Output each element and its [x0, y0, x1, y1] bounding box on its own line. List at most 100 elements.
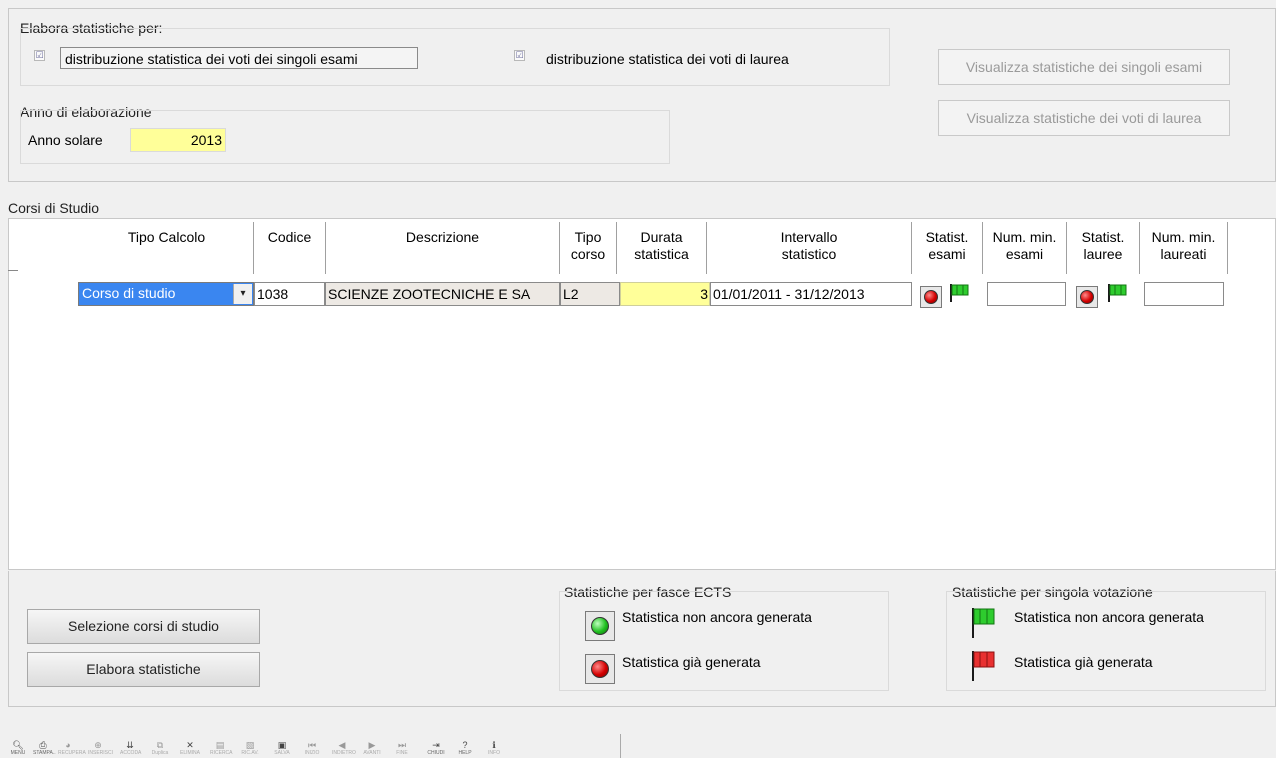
stat-lauree-flag-icon[interactable]	[1107, 283, 1129, 303]
help-icon: ?	[462, 740, 468, 750]
append-icon: ⇊	[126, 740, 134, 750]
insert-icon: ⊕	[94, 740, 102, 750]
toolbar-end-button[interactable]: ⏭ FINE	[392, 740, 412, 756]
header-separator	[1227, 222, 1228, 274]
toolbar-search-label: RICERCA	[210, 750, 233, 756]
toolbar-info-label: INFO	[488, 750, 500, 756]
year-input[interactable]: 2013	[130, 128, 226, 152]
toolbar-first-button[interactable]: ⏮ INIZIO	[302, 740, 322, 756]
intervallo-cell[interactable]: 01/01/2011 - 31/12/2013	[710, 282, 912, 306]
header-codice: Codice	[267, 229, 312, 245]
codice-cell[interactable]: 1038	[254, 282, 325, 306]
view-exams-stats-button[interactable]: Visualizza statistiche dei singoli esami	[938, 49, 1230, 85]
header-tipo-corso: Tipo corso	[560, 229, 616, 263]
num-min-esami-input[interactable]	[987, 282, 1066, 306]
header-tipo-calcolo: Tipo Calcolo	[127, 229, 206, 245]
tipo-corso-cell[interactable]: L2	[560, 282, 620, 306]
header-intervallo-line2: statistico	[781, 246, 837, 262]
header-stat-lauree-line2: lauree	[1083, 246, 1123, 262]
table-row: Corso di studio ▾ 1038 SCIENZE ZOOTECNIC…	[78, 282, 1228, 308]
toolbar-end-label: FINE	[396, 750, 408, 756]
legend-vote-generated: Statistica già generata	[1014, 654, 1153, 670]
toolbar-info-button[interactable]: ℹ INFO	[484, 740, 504, 756]
header-intervallo-line1: Intervallo	[780, 229, 838, 245]
toolbar-save-label: SALVA	[274, 750, 290, 756]
header-stat-esami: Statist. esami	[912, 229, 982, 263]
legend-ects-generated: Statistica già generata	[622, 654, 761, 670]
header-num-min-laureati-line1: Num. min.	[1151, 229, 1216, 245]
toolbar-duplicate-button[interactable]: ⧉ Duplica	[150, 740, 170, 756]
header-num-min-laureati-line2: laureati	[1160, 246, 1207, 262]
chevron-down-icon[interactable]: ▾	[233, 284, 252, 304]
num-min-laureati-input[interactable]	[1144, 282, 1224, 306]
header-durata-line2: statistica	[634, 246, 689, 262]
toolbar-next-button[interactable]: ▶ AVANTI	[362, 740, 382, 756]
header-stat-esami-line1: Statist.	[925, 229, 969, 245]
header-tipo-corso-line1: Tipo	[574, 229, 602, 245]
check-exams-label: distribuzione statistica dei voti dei si…	[60, 47, 418, 69]
header-durata: Durata statistica	[617, 229, 706, 263]
legend-green-flag-icon	[972, 608, 995, 638]
toolbar-next-label: AVANTI	[363, 750, 381, 756]
save-icon: ▣	[277, 740, 287, 750]
delete-icon: ✕	[186, 740, 194, 750]
legend-ects-green-led-icon	[585, 611, 615, 641]
printer-icon: ⎙	[39, 740, 47, 750]
toolbar-print-button[interactable]: ⎙ STAMPA..	[33, 740, 56, 756]
stat-lauree-status-icon[interactable]	[1076, 286, 1098, 308]
toolbar-menu-label: MENU	[10, 750, 26, 756]
toolbar-recover-button[interactable]: ◕ RECUPERA	[58, 740, 86, 756]
stat-esami-flag-icon[interactable]	[949, 283, 971, 303]
courses-section-title: Corsi di Studio	[8, 200, 100, 216]
tipo-calcolo-select[interactable]: Corso di studio ▾	[78, 282, 254, 306]
toolbar-first-label: INIZIO	[304, 750, 320, 756]
header-num-min-esami-line1: Num. min.	[992, 229, 1057, 245]
toolbar-delete-button[interactable]: ✕ ELIMINA	[180, 740, 200, 756]
header-stat-lauree: Statist. lauree	[1067, 229, 1139, 263]
legend-ects-red-led-icon	[585, 654, 615, 684]
toolbar-advsearch-label: RIC.AV.	[241, 750, 259, 756]
legend-vote-not-generated: Statistica non ancora generata	[1014, 609, 1204, 625]
toolbar-print-label: STAMPA..	[33, 750, 56, 756]
view-degree-stats-button[interactable]: Visualizza statistiche dei voti di laure…	[938, 100, 1230, 136]
toolbar-duplicate-label: Duplica	[151, 750, 169, 756]
year-groupbox	[20, 110, 670, 164]
legend-red-flag-icon	[972, 651, 995, 681]
row-marker	[8, 270, 18, 271]
stat-esami-status-icon[interactable]	[920, 286, 942, 308]
toolbar-help-button[interactable]: ? HELP	[455, 740, 475, 756]
check-degree-label: distribuzione statistica dei voti di lau…	[546, 51, 789, 67]
run-stats-button[interactable]: Elabora statistiche	[27, 652, 260, 687]
toolbar-append-button[interactable]: ⇊ ACCODA	[120, 740, 142, 756]
toolbar-menu-button[interactable]: 🔍︎ MENU	[8, 740, 28, 756]
recover-icon: ◕	[65, 740, 71, 750]
select-courses-button[interactable]: Selezione corsi di studio	[27, 609, 260, 644]
header-stat-esami-line2: esami	[928, 246, 966, 262]
toolbar-insert-button[interactable]: ⊕ INSERISCI	[88, 740, 113, 756]
duplicate-icon: ⧉	[156, 740, 164, 750]
check-exams-checkbox[interactable]: ☑	[34, 50, 45, 61]
toolbar-recover-label: RECUPERA	[58, 750, 86, 756]
toolbar-search-button[interactable]: ▤ RICERCA	[210, 740, 233, 756]
toolbar-save-button[interactable]: ▣ SALVA	[272, 740, 292, 756]
toolbar-append-label: ACCODA	[120, 750, 142, 756]
tipo-calcolo-value: Corso di studio	[82, 285, 176, 301]
check-degree-checkbox[interactable]: ☑	[514, 50, 525, 61]
toolbar-help-label: HELP	[458, 750, 472, 756]
first-record-icon: ⏮	[307, 740, 317, 750]
toolbar-insert-label: INSERISCI	[88, 750, 114, 756]
descrizione-cell[interactable]: SCIENZE ZOOTECNICHE E SA	[325, 282, 560, 306]
toolbar-advsearch-button[interactable]: ▧ RIC.AV.	[240, 740, 260, 756]
header-intervallo: Intervallo statistico	[707, 229, 911, 263]
header-stat-lauree-line1: Statist.	[1081, 229, 1125, 245]
next-icon: ▶	[368, 740, 376, 750]
toolbar-close-button[interactable]: ⇥ CHIUDI	[426, 740, 446, 756]
exit-door-icon: ⇥	[432, 740, 440, 750]
legend-ects-not-generated: Statistica non ancora generata	[622, 609, 812, 625]
courses-grid	[8, 218, 1276, 570]
durata-cell[interactable]: 3	[620, 282, 710, 306]
search-icon: ▤	[215, 740, 225, 750]
magnifier-icon: 🔍︎	[12, 740, 24, 750]
toolbar-back-button[interactable]: ◀ INDIETRO	[332, 740, 356, 756]
advanced-search-icon: ▧	[245, 740, 255, 750]
